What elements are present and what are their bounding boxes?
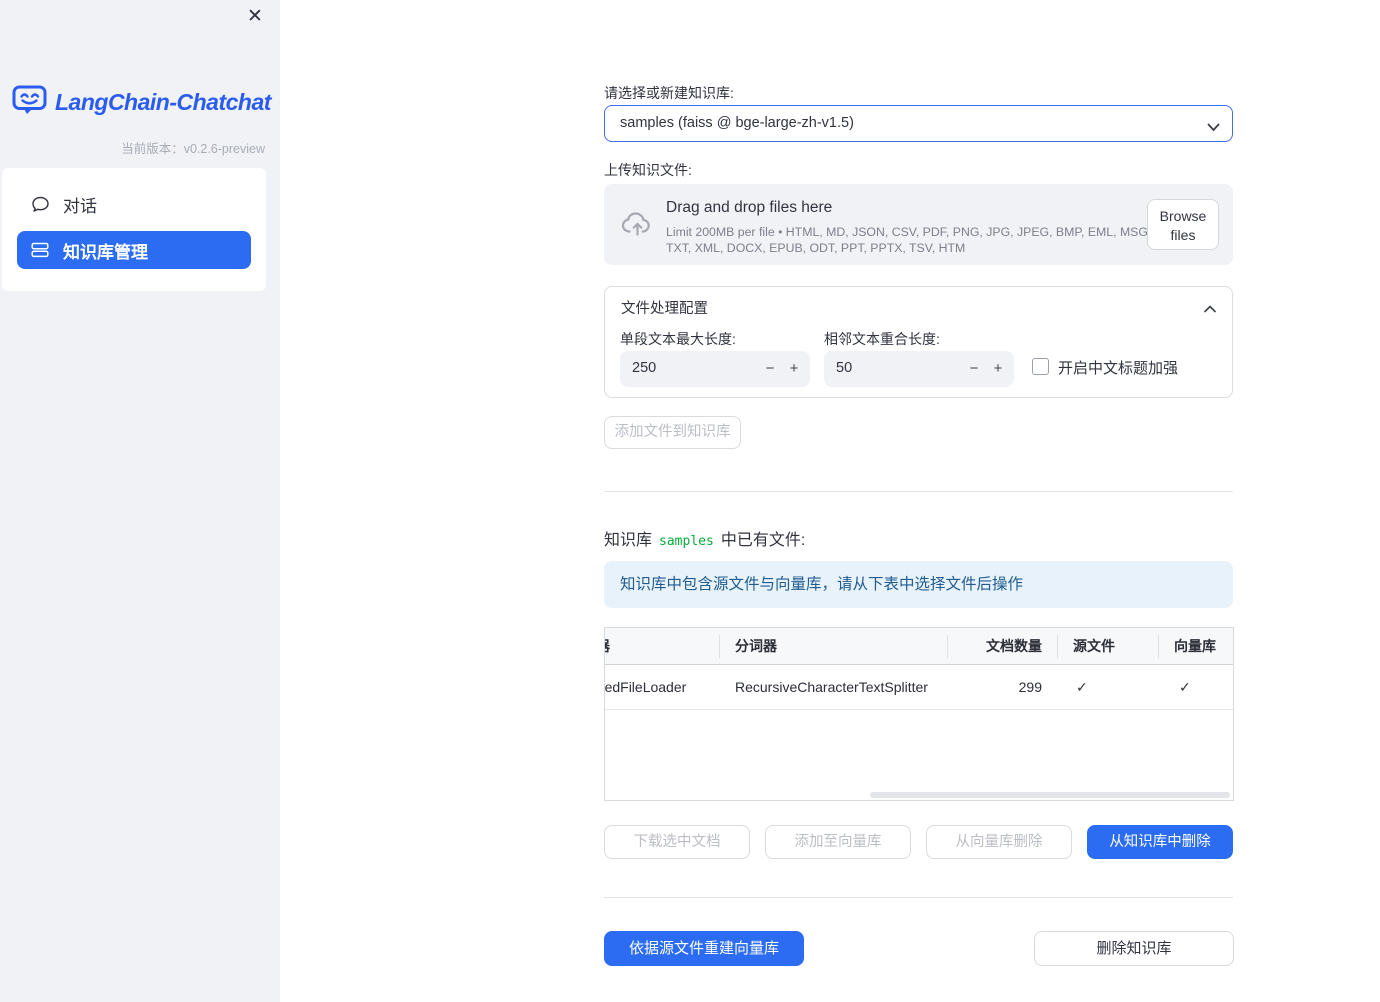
plus-stepper[interactable]: + xyxy=(780,351,808,387)
delete-kb-button[interactable]: 删除知识库 xyxy=(1034,931,1234,966)
files-table: 文档加载器 分词器 文档数量 源文件 向量库 UnstructuredFileL… xyxy=(604,627,1234,801)
table-row[interactable]: UnstructuredFileLoader RecursiveCharacte… xyxy=(604,665,1233,710)
cloud-upload-icon xyxy=(621,209,654,240)
expander-title[interactable]: 文件处理配置 xyxy=(621,297,708,318)
horizontal-scrollbar[interactable] xyxy=(870,792,1230,798)
chunk-size-value[interactable] xyxy=(632,351,757,385)
add-files-to-kb-button[interactable]: 添加文件到知识库 xyxy=(604,416,741,449)
cell-loader: UnstructuredFileLoader xyxy=(604,679,687,695)
add-to-vectorstore-button[interactable]: 添加至向量库 xyxy=(765,825,911,859)
download-selected-button[interactable]: 下载选中文档 xyxy=(604,825,750,859)
col-loader: 文档加载器 xyxy=(605,628,610,665)
sidebar: ✕ LangChain-Chatchat 当前版本：v0.2.6-preview… xyxy=(0,0,280,1002)
sidebar-item-label: 知识库管理 xyxy=(63,242,148,262)
sidebar-close-icon[interactable]: ✕ xyxy=(247,4,263,30)
version-text: 当前版本：v0.2.6-preview xyxy=(121,142,265,156)
col-splitter: 分词器 xyxy=(735,638,777,654)
divider xyxy=(604,491,1233,492)
sidebar-item-label: 对话 xyxy=(63,196,97,216)
dropzone-limit-line1: Limit 200MB per file • HTML, MD, JSON, C… xyxy=(666,225,1211,239)
sidebar-item-knowledge-base[interactable]: 知识库管理 xyxy=(17,231,251,269)
chevron-down-icon xyxy=(1207,119,1220,135)
overlap-value[interactable] xyxy=(836,351,961,385)
cell-doc-count: 299 xyxy=(1018,679,1042,695)
zh-title-enhance-checkbox[interactable] xyxy=(1032,358,1049,375)
logo: LangChain-Chatchat xyxy=(12,85,271,119)
kb-selectbox[interactable]: samples (faiss @ bge-large-zh-v1.5) xyxy=(604,105,1233,142)
plus-stepper[interactable]: + xyxy=(984,351,1012,387)
col-vector-store: 向量库 xyxy=(1174,638,1216,654)
chunk-size-input: − + xyxy=(620,351,810,387)
rebuild-vectorstore-button[interactable]: 依据源文件重建向量库 xyxy=(604,931,804,966)
info-banner-text: 知识库中包含源文件与向量库，请从下表中选择文件后操作 xyxy=(620,576,1024,593)
delete-from-vectorstore-button[interactable]: 从向量库删除 xyxy=(926,825,1072,859)
kb-select-label: 请选择或新建知识库: xyxy=(604,85,734,101)
overlap-input: − + xyxy=(824,351,1014,387)
zh-title-enhance-label: 开启中文标题加强 xyxy=(1058,360,1179,377)
dropzone-title: Drag and drop files here xyxy=(666,199,833,216)
sidebar-menu: 对话 知识库管理 xyxy=(2,168,266,291)
stack-icon xyxy=(31,242,51,258)
delete-from-kb-button[interactable]: 从知识库中删除 xyxy=(1087,825,1233,859)
cell-vector-check: ✓ xyxy=(1179,679,1191,695)
chat-bubble-icon xyxy=(31,196,51,213)
kb-name-code: samples xyxy=(659,534,714,549)
sidebar-item-dialogue[interactable]: 对话 xyxy=(17,185,251,223)
kb-selectbox-value: samples (faiss @ bge-large-zh-v1.5) xyxy=(620,115,854,131)
col-doc-count: 文档数量 xyxy=(986,638,1042,654)
info-banner: 知识库中包含源文件与向量库，请从下表中选择文件后操作 xyxy=(604,561,1233,608)
col-source-file: 源文件 xyxy=(1073,638,1115,654)
browse-files-button[interactable]: Browse files xyxy=(1147,199,1219,250)
chevron-up-icon[interactable] xyxy=(1204,300,1216,316)
dropzone-limit-line2: TXT, XML, DOCX, EPUB, ODT, PPT, PPTX, TS… xyxy=(666,241,966,255)
divider xyxy=(604,897,1233,898)
upload-label: 上传知识文件: xyxy=(604,162,692,178)
cell-splitter: RecursiveCharacterTextSplitter xyxy=(735,679,928,695)
chatchat-logo-icon xyxy=(12,85,48,119)
logo-wordmark: LangChain-Chatchat xyxy=(55,88,271,115)
cell-source-check: ✓ xyxy=(1076,679,1088,695)
overlap-label: 相邻文本重合长度: xyxy=(824,331,940,347)
main-content: 请选择或新建知识库: samples (faiss @ bge-large-zh… xyxy=(604,0,1234,1002)
file-dropzone[interactable]: Drag and drop files here Limit 200MB per… xyxy=(604,184,1233,265)
chunk-size-label: 单段文本最大长度: xyxy=(620,331,736,347)
existing-files-heading: 知识库 samples 中已有文件: xyxy=(604,532,806,549)
table-header: 文档加载器 分词器 文档数量 源文件 向量库 xyxy=(605,628,1233,665)
file-config-expander: 文件处理配置 单段文本最大长度: − + 相邻文本重合长度: − + 开启中文标… xyxy=(604,286,1233,398)
